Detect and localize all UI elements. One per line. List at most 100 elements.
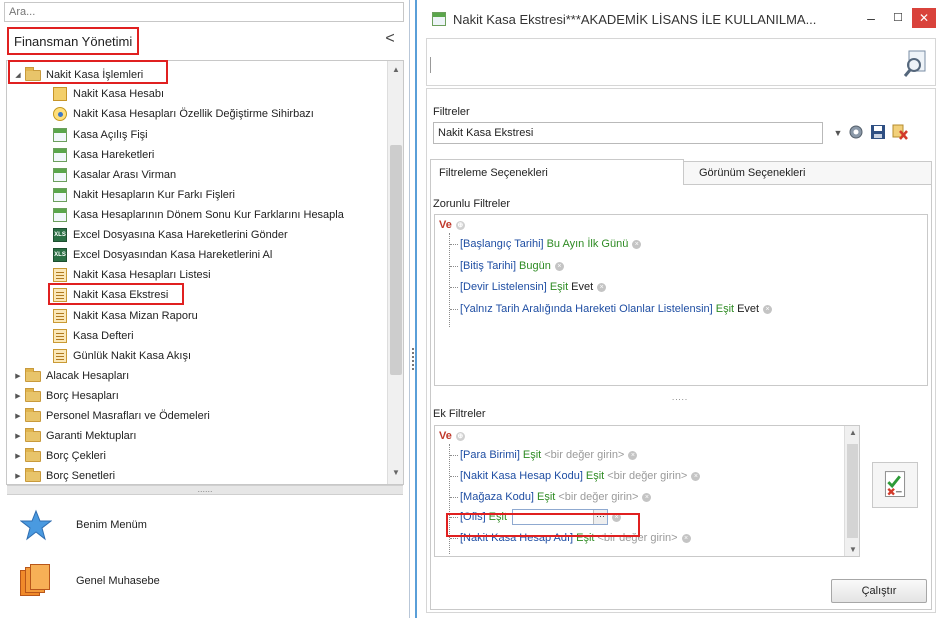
scroll-down-icon[interactable]: ▼ xyxy=(388,466,403,480)
report-icon xyxy=(53,268,67,282)
tree-folder[interactable]: ▶ Alacak Hesapları xyxy=(13,366,129,386)
and-operator[interactable]: Ve ⊕ xyxy=(439,219,465,231)
condition-value-placeholder[interactable]: <bir değer girin> xyxy=(607,470,687,482)
remove-condition-icon[interactable]: × xyxy=(642,492,652,502)
tree-folder[interactable]: ▶ Personel Masrafları ve Ödemeleri xyxy=(13,406,210,426)
condition-operator[interactable]: Bugün xyxy=(519,260,551,272)
expand-arrow-icon[interactable]: ▶ xyxy=(13,392,23,400)
condition-field[interactable]: [Mağaza Kodu] xyxy=(460,491,534,503)
tree-item[interactable]: Nakit Kasa Hesapları Listesi xyxy=(53,265,211,285)
tab-view-options[interactable]: Görünüm Seçenekleri xyxy=(683,161,932,185)
remove-condition-icon[interactable]: × xyxy=(628,450,638,460)
expand-arrow-icon[interactable]: ▶ xyxy=(13,432,23,440)
tree-item[interactable]: XLS Excel Dosyasından Kasa Hareketlerini … xyxy=(53,245,272,265)
filter-condition[interactable]: [Para Birimi] Eşit <bir değer girin> × xyxy=(460,446,638,464)
filter-splitter[interactable]: ..... xyxy=(672,393,688,402)
tree-folder[interactable]: ▶ Garanti Mektupları xyxy=(13,426,136,446)
scroll-up-icon[interactable]: ▲ xyxy=(388,63,403,77)
save-icon[interactable] xyxy=(869,123,887,141)
filter-condition[interactable]: [Başlangıç Tarihi] Bu Ayın İlk Günü × xyxy=(460,235,642,253)
extra-filters-scrollbar[interactable]: ▲ ▼ xyxy=(844,426,859,556)
filter-wizard-icon[interactable] xyxy=(901,49,931,79)
chevron-down-icon[interactable]: ▼ xyxy=(831,125,845,141)
expand-arrow-icon[interactable]: ▶ xyxy=(13,372,23,380)
remove-condition-icon[interactable]: × xyxy=(691,471,701,481)
search-input[interactable] xyxy=(4,2,404,22)
condition-value-placeholder[interactable]: <bir değer girin> xyxy=(558,491,638,503)
tree-item[interactable]: XLS Excel Dosyasına Kasa Hareketlerini Gö… xyxy=(53,225,288,245)
scroll-thumb[interactable] xyxy=(847,444,858,538)
expand-arrow-icon[interactable]: ▶ xyxy=(13,472,23,480)
condition-operator[interactable]: Eşit xyxy=(550,281,568,293)
tree-item-label: Borç Senetleri xyxy=(46,470,116,482)
filter-condition[interactable]: [Yalnız Tarih Aralığında Hareketi Olanla… xyxy=(460,300,773,318)
collapse-panel-icon[interactable]: < xyxy=(382,30,398,48)
close-button[interactable]: ✕ xyxy=(912,8,936,28)
run-button[interactable]: Çalıştır xyxy=(831,579,927,603)
add-condition-icon[interactable]: ⊕ xyxy=(455,220,465,230)
folder-icon xyxy=(25,367,41,382)
general-accounting-button[interactable]: Genel Muhasebe xyxy=(20,561,160,601)
filter-condition[interactable]: [Devir Listelensin] Eşit Evet × xyxy=(460,278,607,296)
filter-condition[interactable]: [Mağaza Kodu] Eşit <bir değer girin> × xyxy=(460,488,652,506)
condition-value[interactable]: Evet xyxy=(571,281,593,293)
tree-item[interactable]: Nakit Hesapların Kur Farkı Fişleri xyxy=(53,185,235,205)
condition-operator[interactable]: Eşit xyxy=(716,303,734,315)
filter-condition[interactable]: [Nakit Kasa Hesap Kodu] Eşit <bir değer gi… xyxy=(460,467,701,485)
form-icon xyxy=(53,188,67,202)
panel-splitter[interactable]: ...... xyxy=(7,485,403,495)
expand-arrow-icon[interactable]: ▶ xyxy=(13,452,23,460)
tree-folder[interactable]: ▶ Borç Senetleri xyxy=(13,466,116,484)
condition-field[interactable]: [Başlangıç Tarihi] xyxy=(460,238,544,250)
window-titlebar[interactable]: Nakit Kasa Ekstresi***AKADEMİK LİSANS İL… xyxy=(418,0,940,38)
tree-item[interactable]: Kasa Açılış Fişi xyxy=(53,125,148,145)
gear-icon[interactable] xyxy=(847,123,865,141)
tree-item[interactable]: Nakit Kasa Hesabı xyxy=(53,84,164,104)
condition-field[interactable]: [Para Birimi] xyxy=(460,449,520,461)
condition-operator[interactable]: Bu Ayın İlk Günü xyxy=(547,238,629,250)
apply-filter-button[interactable] xyxy=(872,462,918,508)
tree-item[interactable]: Kasa Hareketleri xyxy=(53,145,154,165)
tree-item[interactable]: Kasa Hesaplarının Dönem Sonu Kur Farklar… xyxy=(53,205,344,225)
remove-condition-icon[interactable]: × xyxy=(681,533,691,543)
tree-item[interactable]: Kasalar Arası Virman xyxy=(53,165,176,185)
highlight-box xyxy=(48,283,184,305)
filter-condition[interactable]: [Bitiş Tarihi] Bugün × xyxy=(460,257,564,275)
tree-folder[interactable]: ▶ Borç Hesapları xyxy=(13,386,119,406)
account-card-icon xyxy=(53,87,67,101)
folder-icon xyxy=(25,447,41,462)
tree-item[interactable]: Nakit Kasa Hesapları Özellik Değiştirme … xyxy=(53,104,314,124)
scroll-thumb[interactable] xyxy=(390,145,402,375)
scroll-down-icon[interactable]: ▼ xyxy=(845,545,859,554)
tree-folder[interactable]: ▶ Borç Çekleri xyxy=(13,446,106,466)
condition-field[interactable]: [Devir Listelensin] xyxy=(460,281,547,293)
condition-operator[interactable]: Eşit xyxy=(523,449,541,461)
tree-item[interactable]: Nakit Kasa Mizan Raporu xyxy=(53,306,198,326)
my-menu-button[interactable]: Benim Menüm xyxy=(20,505,147,545)
filter-select[interactable]: Nakit Kasa Ekstresi xyxy=(433,122,823,144)
remove-condition-icon[interactable]: × xyxy=(763,304,773,314)
expand-arrow-icon[interactable]: ▶ xyxy=(13,412,23,420)
condition-field[interactable]: [Yalnız Tarih Aralığında Hareketi Olanla… xyxy=(460,303,713,315)
condition-value-placeholder[interactable]: <bir değer girin> xyxy=(544,449,624,461)
tree-item[interactable]: Kasa Defteri xyxy=(53,326,134,346)
and-operator[interactable]: Ve ⊕ xyxy=(439,430,465,442)
maximize-button[interactable]: ☐ xyxy=(885,8,911,28)
tab-filter-options[interactable]: Filtreleme Seçenekleri xyxy=(430,159,684,185)
tree-scrollbar[interactable]: ▲ ▼ xyxy=(387,61,403,484)
condition-field[interactable]: [Nakit Kasa Hesap Kodu] xyxy=(460,470,583,482)
remove-condition-icon[interactable]: × xyxy=(554,261,564,271)
condition-field[interactable]: [Bitiş Tarihi] xyxy=(460,260,516,272)
add-condition-icon[interactable]: ⊕ xyxy=(455,431,465,441)
tree-item[interactable]: Günlük Nakit Kasa Akışı xyxy=(53,346,191,366)
remove-condition-icon[interactable]: × xyxy=(632,239,642,249)
tree-item-label: Excel Dosyasına Kasa Hareketlerini Gönde… xyxy=(73,229,288,241)
condition-operator[interactable]: Eşit xyxy=(537,491,555,503)
scroll-up-icon[interactable]: ▲ xyxy=(845,428,859,437)
remove-condition-icon[interactable]: × xyxy=(597,282,607,292)
minimize-button[interactable]: – xyxy=(858,8,884,28)
condition-operator[interactable]: Eşit xyxy=(586,470,604,482)
delete-filter-icon[interactable] xyxy=(891,123,909,141)
vertical-splitter[interactable] xyxy=(410,0,418,618)
condition-value[interactable]: Evet xyxy=(737,303,759,315)
